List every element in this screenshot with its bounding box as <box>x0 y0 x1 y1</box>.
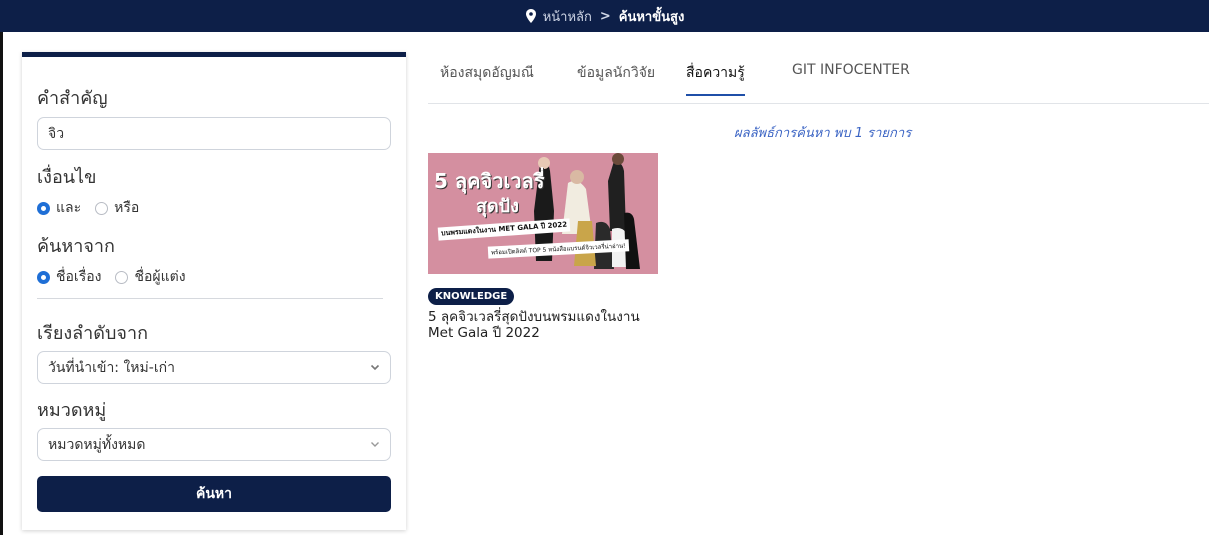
panel-divider <box>37 298 383 299</box>
radio-checked-icon <box>37 270 50 284</box>
category-label: หมวดหมู่ <box>37 400 107 421</box>
result-title[interactable]: 5 ลุคจิวเวลรี่สุดปังบนพรมแดงในงาน Met Ga… <box>428 309 660 341</box>
keyword-input[interactable]: จิว <box>37 117 391 150</box>
searchfrom-radio-title[interactable]: ชื่อเรื่อง <box>37 266 101 288</box>
breadcrumb-bar: หน้าหลัก > ค้นหาขั้นสูง <box>0 0 1209 32</box>
category-select-value: หมวดหมู่ทั้งหมด <box>48 436 146 453</box>
radio-checked-icon <box>37 201 50 215</box>
breadcrumb-current: ค้นหาขั้นสูง <box>618 9 685 25</box>
breadcrumb-separator: > <box>599 8 611 24</box>
condition-radio-or[interactable]: หรือ <box>95 197 139 219</box>
sort-select[interactable]: วันที่นำเข้า: ใหม่-เก่า <box>37 351 391 384</box>
tab-git-infocenter[interactable]: GIT INFOCENTER <box>792 62 910 88</box>
radio-unchecked-icon <box>95 201 109 215</box>
tab-researcher-data[interactable]: ข้อมูลนักวิจัย <box>577 62 655 94</box>
searchfrom-radio-author[interactable]: ชื่อผู้แต่ง <box>115 266 186 288</box>
map-pin-icon <box>525 9 536 23</box>
condition-radio-and[interactable]: และ <box>37 197 81 219</box>
thumbnail-subheadline: สุดปัง <box>476 196 519 217</box>
left-edge-border <box>0 32 3 535</box>
sort-label: เรียงลำดับจาก <box>37 323 148 344</box>
searchfrom-radio-group: ชื่อเรื่อง ชื่อผู้แต่ง <box>37 266 200 288</box>
chevron-down-icon <box>371 442 379 447</box>
keyword-input-value: จิว <box>48 125 65 142</box>
condition-and-label: และ <box>56 200 82 216</box>
searchfrom-label: ค้นหาจาก <box>37 236 115 257</box>
search-button[interactable]: ค้นหา <box>37 476 391 512</box>
searchfrom-title-label: ชื่อเรื่อง <box>56 269 102 285</box>
condition-label: เงื่อนไข <box>37 167 97 188</box>
advanced-search-panel: คำสำคัญ จิว เงื่อนไข และ หรือ ค้นหาจาก ช… <box>22 52 406 530</box>
category-badge: KNOWLEDGE <box>428 288 515 305</box>
tab-gem-library[interactable]: ห้องสมุดอัญมณี <box>440 62 534 94</box>
breadcrumb-home-link[interactable]: หน้าหลัก <box>543 6 592 27</box>
condition-or-label: หรือ <box>114 200 140 216</box>
tab-knowledge-media[interactable]: สื่อความรู้ <box>686 62 745 96</box>
result-title-line1: 5 ลุคจิวเวลรี่สุดปังบนพรมแดงในงาน <box>428 309 640 325</box>
sort-select-value: วันที่นำเข้า: ใหม่-เก่า <box>48 359 175 376</box>
chevron-down-icon <box>370 364 380 371</box>
result-title-line2: Met Gala ปี 2022 <box>428 325 540 341</box>
result-count-text: ผลลัพธ์การค้นหา พบ 1 รายการ <box>734 126 912 141</box>
searchfrom-author-label: ชื่อผู้แต่ง <box>134 269 186 285</box>
condition-radio-group: และ หรือ <box>37 197 153 219</box>
keyword-label: คำสำคัญ <box>37 88 108 109</box>
result-tabs: ห้องสมุดอัญมณี ข้อมูลนักวิจัย สื่อความรู… <box>428 52 1209 104</box>
category-select[interactable]: หมวดหมู่ทั้งหมด <box>37 428 391 461</box>
radio-unchecked-icon <box>115 270 129 284</box>
result-thumbnail[interactable]: 5 ลุคจิวเวลรี่ สุดปัง บนพรมแดงในงาน MET … <box>428 153 658 274</box>
result-card[interactable]: 5 ลุคจิวเวลรี่ สุดปัง บนพรมแดงในงาน MET … <box>428 153 660 341</box>
